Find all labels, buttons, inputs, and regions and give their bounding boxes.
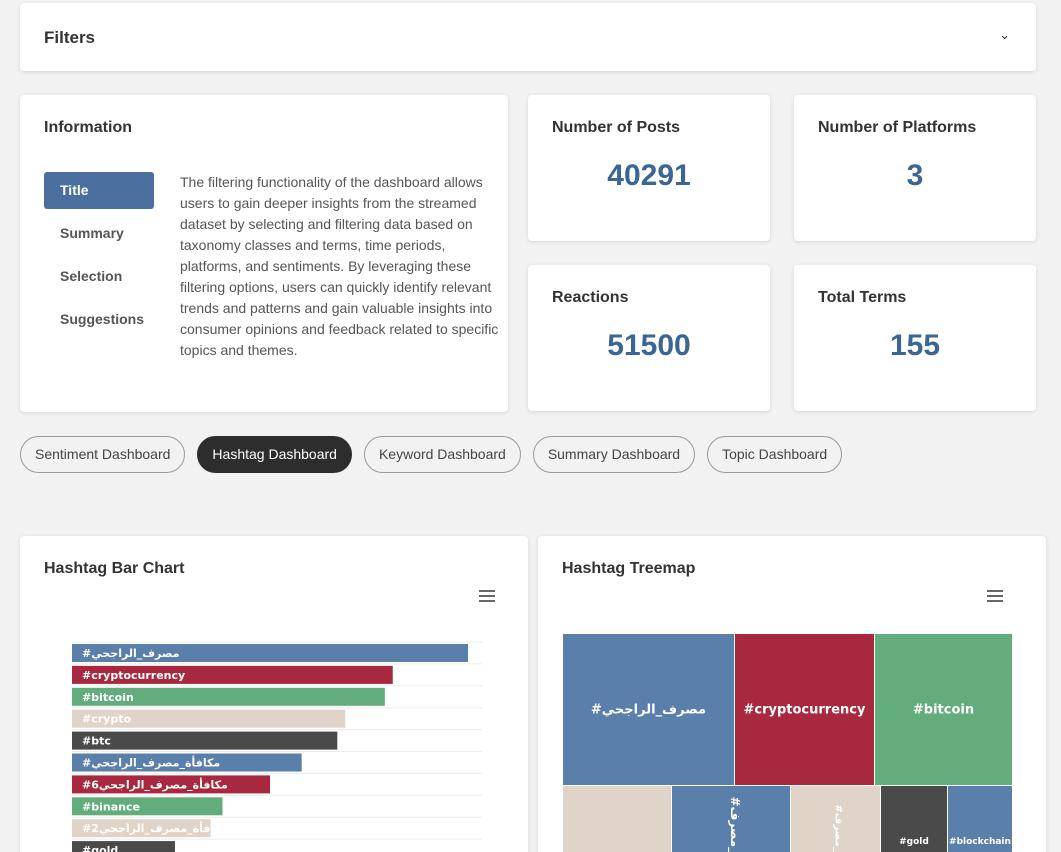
information-tabs: Title Summary Selection Suggestions [44,172,154,344]
treemap-label: #blockchain [949,837,1011,847]
stat-value: 155 [889,329,941,362]
bar-label: #binance [82,800,140,813]
information-text: The filtering functionality of the dashb… [180,174,499,358]
stat-label: Reactions [552,289,629,306]
info-tab-summary[interactable]: Summary [44,215,154,258]
hashtag-treemap: #مصرف_الراجحي #cryptocurrency #bitcoin #مكا… [563,634,1012,852]
stat-card-posts: Number of Posts 40291 [528,95,770,241]
treemap-cell[interactable] [563,786,671,852]
bar-label: #bitcoin [82,691,134,704]
filters-panel[interactable]: Filters ⌄ [20,3,1036,71]
dashboard-tabs: Sentiment Dashboard Hashtag Dashboard Ke… [20,436,843,473]
stat-card-reactions: Reactions 51500 [528,265,770,411]
information-title: Information [44,119,132,136]
treemap-label: #bitcoin [913,703,974,718]
stat-label: Total Terms [818,289,907,306]
stat-card-platforms: Number of Platforms 3 [794,95,1036,241]
tab-sentiment-dashboard[interactable]: Sentiment Dashboard [20,436,186,473]
tab-keyword-dashboard[interactable]: Keyword Dashboard [363,436,521,473]
treemap-label: #gold [899,837,929,847]
chevron-down-icon[interactable]: ⌄ [999,27,1010,43]
info-tab-title[interactable]: Title [44,172,154,209]
treemap-label: #cryptocurrency [744,703,866,718]
bar-label: #مكافأة_مصرف_الراجحي [82,756,220,770]
information-card: Information Title Summary Selection Sugg… [20,95,508,412]
bar-label: #مصرف_الراجحي [82,647,180,660]
bar-label: #مكافأة_مصرف_الراجحي6 [82,777,228,791]
bar[interactable] [72,731,338,750]
bar-label: #مكافأة_مصرف_الراجحي2 [82,821,228,835]
stat-label: Number of Posts [552,119,681,136]
treemap-label: #مكافأة_مصرف [727,796,743,852]
treemap-label: #مكافأة_مصرف [833,804,846,852]
hashtag-bar-chart-card: Hashtag Bar Chart #مصرف_الراجحي #cryptocu… [20,536,528,852]
tab-summary-dashboard[interactable]: Summary Dashboard [532,436,696,473]
bar-label: #cryptocurrency [82,669,185,682]
info-tab-suggestions[interactable]: Suggestions [44,301,154,344]
bar-label: #btc [82,735,111,748]
info-tab-selection[interactable]: Selection [44,258,154,301]
treemap-label: #مصرف_الراجحي [591,703,706,718]
stat-label: Number of Platforms [818,119,977,136]
hashtag-bar-chart: #مصرف_الراجحي #cryptocurrency #bitcoin #cry… [72,641,482,852]
tab-hashtag-dashboard[interactable]: Hashtag Dashboard [197,436,352,473]
bar-label: #crypto [82,713,131,726]
stat-value: 3 [906,159,924,192]
stat-value: 51500 [607,329,691,362]
hashtag-treemap-card: Hashtag Treemap #مصرف_الراجحي #cryptocurr… [538,536,1046,852]
stat-value: 40291 [607,159,691,192]
stat-card-terms: Total Terms 155 [794,265,1036,411]
filters-title: Filters [44,28,96,47]
tab-topic-dashboard[interactable]: Topic Dashboard [707,436,843,473]
bar-label: #gold [82,844,118,852]
